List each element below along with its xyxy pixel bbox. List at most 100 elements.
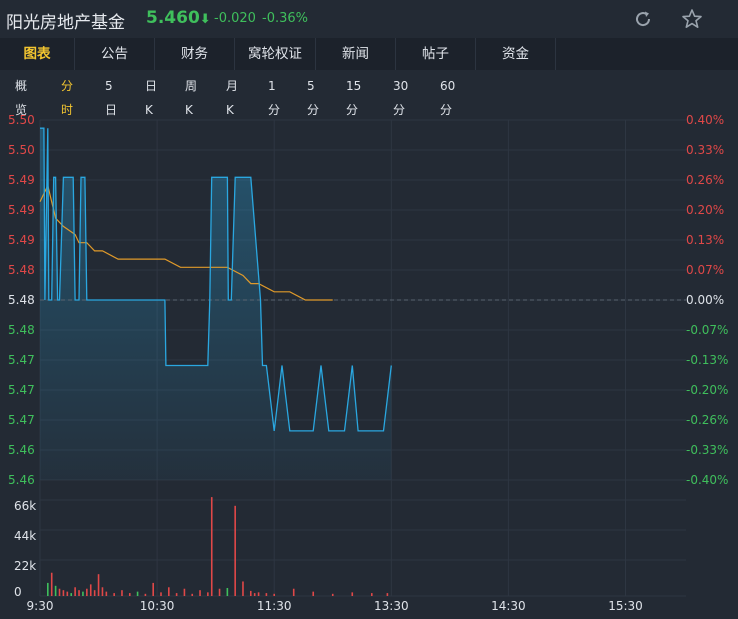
volume-bar	[58, 588, 61, 596]
intraday-chart[interactable]: 5.50 5.50 5.49 5.49 5.49 5.48 5.48 5.48 5.47 5.47…	[0, 100, 738, 619]
main-tabs: 图表 公告 财务 窝轮权证 新闻 帖子 资金	[0, 38, 738, 70]
volume-bar	[136, 591, 139, 596]
period-weekly[interactable]: 周K	[185, 74, 197, 117]
volume-tick-label: 66k	[14, 499, 36, 513]
period-1min[interactable]: 1分	[268, 74, 280, 117]
price-value: 5.460	[146, 8, 200, 28]
volume-bar	[160, 592, 162, 596]
tab-capital-flow[interactable]: 资金	[476, 38, 555, 70]
x-tick-label: 9:30	[27, 599, 54, 613]
tab-posts[interactable]: 帖子	[396, 38, 475, 70]
volume-bar	[105, 591, 108, 596]
y-tick-label: 5.49	[8, 203, 35, 217]
volume-bar	[183, 588, 186, 596]
refresh-icon[interactable]	[632, 8, 654, 30]
percent-tick-label: -0.13%	[686, 353, 728, 367]
percent-tick-label: 0.26%	[686, 173, 724, 187]
y-axis-right: 0.40% 0.33% 0.26% 0.20% 0.13% 0.07% 0.00% -0.07…	[686, 113, 728, 487]
percent-tick-label: 0.20%	[686, 203, 724, 217]
price-change-percent: -0.36%	[262, 11, 308, 26]
volume-bar	[144, 593, 147, 596]
period-5min[interactable]: 5分	[307, 74, 319, 117]
percent-tick-label: 0.33%	[686, 143, 724, 157]
volume-bar	[50, 572, 53, 596]
y-tick-label: 5.47	[8, 383, 35, 397]
y-tick-label: 5.48	[8, 263, 35, 277]
volume-bar	[121, 590, 123, 596]
volume-bar	[234, 505, 236, 596]
volume-bar	[82, 591, 84, 596]
period-60min[interactable]: 60分	[440, 74, 455, 117]
volume-bar	[97, 574, 100, 596]
percent-tick-label: -0.40%	[686, 473, 728, 487]
volume-bar	[191, 593, 194, 596]
x-axis: 9:30 10:30 11:30 13:30 14:30 15:30	[27, 599, 643, 613]
tab-announcements[interactable]: 公告	[75, 38, 154, 70]
price-change: -0.020	[214, 11, 256, 26]
volume-bar	[386, 593, 389, 596]
x-tick-label: 14:30	[491, 599, 526, 613]
volume-axis: 66k 44k 22k 0	[14, 499, 36, 599]
y-tick-label: 5.49	[8, 173, 35, 187]
volume-bar	[210, 497, 213, 596]
period-5day[interactable]: 5日	[105, 74, 117, 117]
y-tick-label: 5.48	[8, 323, 35, 337]
volume-bar	[93, 590, 96, 596]
volume-bar	[226, 588, 229, 596]
tab-news[interactable]: 新闻	[316, 38, 395, 70]
volume-tick-label: 0	[14, 585, 22, 599]
tab-chart[interactable]: 图表	[0, 38, 74, 70]
volume-bar	[66, 591, 69, 596]
x-tick-label: 13:30	[374, 599, 409, 613]
percent-tick-label: 0.07%	[686, 263, 724, 277]
tab-warrants[interactable]: 窝轮权证	[235, 38, 315, 70]
volume-bar	[113, 593, 115, 596]
volume-bar	[249, 590, 252, 596]
volume-bar	[62, 590, 65, 596]
volume-bar	[331, 593, 334, 596]
volume-bar	[253, 593, 256, 596]
period-monthly[interactable]: 月K	[226, 74, 238, 117]
percent-tick-label: -0.20%	[686, 383, 728, 397]
period-overview[interactable]: 概览	[15, 74, 27, 117]
period-30min[interactable]: 30分	[393, 74, 408, 117]
percent-tick-label: 0.13%	[686, 233, 724, 247]
volume-bar	[86, 588, 88, 596]
volume-bar	[199, 590, 201, 596]
period-daily[interactable]: 日K	[145, 74, 157, 117]
volume-bar	[78, 590, 80, 596]
y-tick-label: 5.50	[8, 143, 35, 157]
volume-bar	[273, 593, 275, 596]
star-icon[interactable]	[681, 8, 703, 30]
period-15min[interactable]: 15分	[346, 74, 361, 117]
current-price: 5.460⬇	[146, 8, 211, 28]
volume-bar	[152, 582, 154, 596]
header: 阳光房地产基金 5.460⬇ -0.020 -0.36%	[0, 0, 738, 38]
volume-bar	[370, 593, 373, 596]
y-tick-label: 5.47	[8, 353, 35, 367]
y-axis-left: 5.50 5.50 5.49 5.49 5.49 5.48 5.48 5.48 5.47 5.47…	[8, 113, 35, 487]
percent-tick-label: -0.07%	[686, 323, 728, 337]
volume-tick-label: 22k	[14, 559, 36, 573]
tab-divider	[555, 38, 556, 70]
volume-bar	[207, 592, 209, 596]
price-area	[40, 128, 392, 480]
volume-bar	[70, 593, 73, 596]
percent-tick-label: 0.00%	[686, 293, 724, 307]
volume-bars	[47, 497, 389, 596]
volume-bar	[47, 582, 49, 596]
volume-bar	[89, 584, 92, 596]
volume-bar	[242, 581, 244, 596]
x-tick-label: 15:30	[608, 599, 643, 613]
volume-bar	[74, 587, 76, 596]
volume-tick-label: 44k	[14, 529, 36, 543]
period-intraday[interactable]: 分时	[61, 74, 73, 117]
x-tick-label: 10:30	[140, 599, 175, 613]
volume-bar	[218, 588, 221, 596]
volume-bar	[54, 585, 57, 596]
tab-financials[interactable]: 财务	[155, 38, 234, 70]
y-tick-label: 5.47	[8, 413, 35, 427]
volume-bar	[351, 592, 354, 596]
y-tick-label: 5.49	[8, 233, 35, 247]
x-tick-label: 11:30	[257, 599, 292, 613]
